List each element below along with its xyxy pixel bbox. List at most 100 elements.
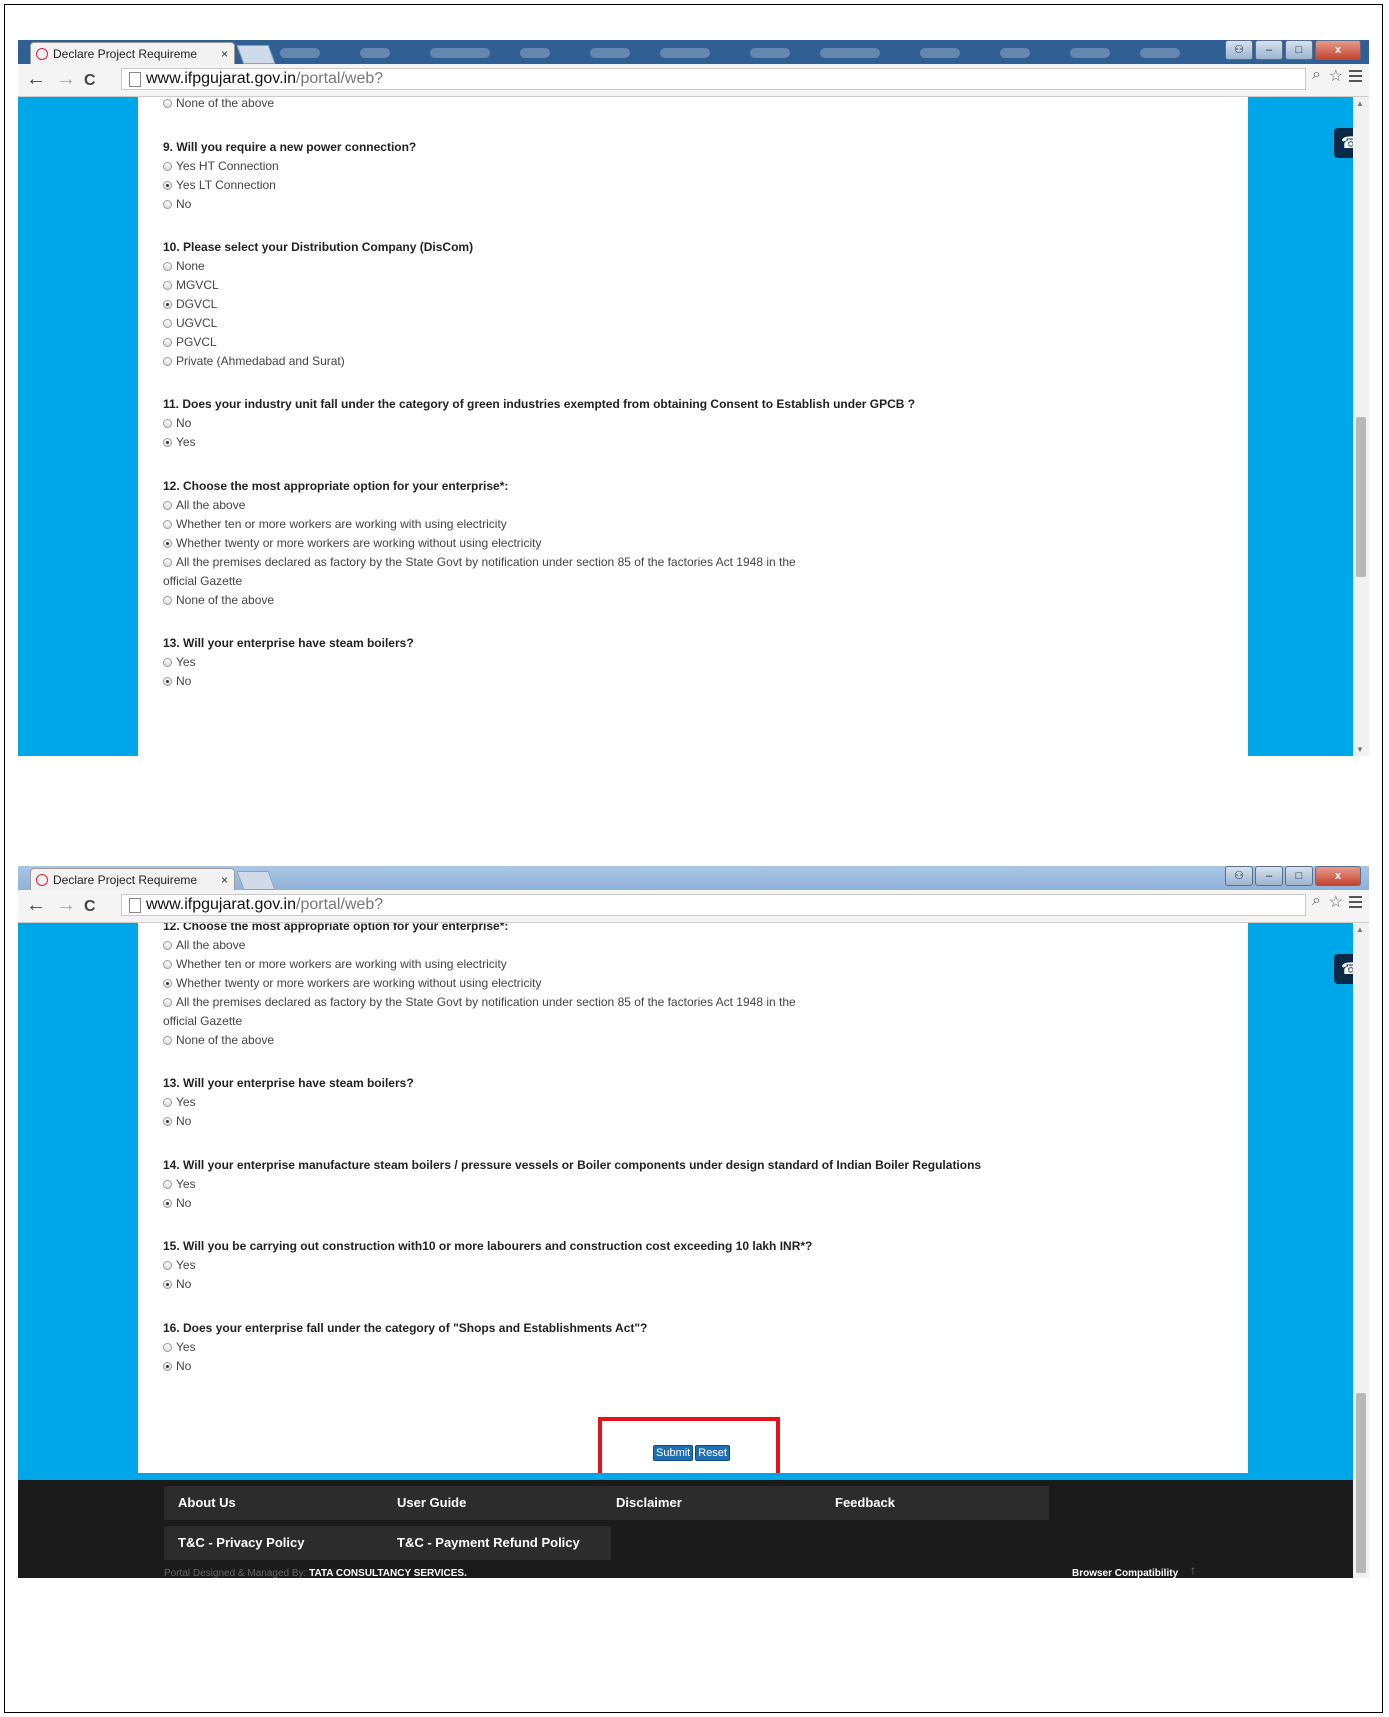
option-q9[interactable]: Yes LT Connection — [163, 178, 276, 192]
option-continuation: official Gazette — [163, 1014, 243, 1028]
window-controls: ⚇ – □ x — [1225, 866, 1361, 886]
option-q9[interactable]: Yes HT Connection — [163, 159, 279, 173]
tab-strip: Declare Project Requireme × ⚇ – □ x — [18, 40, 1369, 64]
option-q15[interactable]: No — [163, 1277, 191, 1291]
scrollbar-thumb[interactable] — [1356, 1393, 1366, 1573]
option-q13[interactable]: No — [163, 674, 191, 688]
footer-link-feedback[interactable]: Feedback — [821, 1486, 1049, 1520]
option-q12[interactable]: Whether ten or more workers are working … — [163, 517, 507, 531]
option-q10[interactable]: None — [163, 259, 205, 273]
browser-tab[interactable]: Declare Project Requireme × — [30, 868, 235, 890]
option-q13[interactable]: Yes — [163, 655, 196, 669]
scroll-up-icon[interactable]: ▲ — [1356, 99, 1364, 108]
back-icon[interactable]: ← — [26, 69, 46, 89]
question-13: 13. Will your enterprise have steam boil… — [163, 636, 414, 650]
user-icon[interactable]: ⚇ — [1225, 866, 1253, 886]
footer-link-user-guide[interactable]: User Guide — [383, 1486, 611, 1520]
url-input[interactable]: www.ifpgujarat.gov.in/portal/web? — [121, 894, 1306, 916]
footer-link-refund-policy[interactable]: T&C - Payment Refund Policy — [383, 1526, 611, 1560]
scrollbar[interactable]: ▲ ▼ — [1353, 97, 1369, 756]
reload-icon[interactable]: C — [84, 71, 96, 91]
option-q12[interactable]: None of the above — [163, 593, 274, 607]
scroll-down-icon[interactable]: ▼ — [1356, 745, 1364, 754]
bookmark-star-icon[interactable]: ☆ — [1329, 892, 1343, 912]
taskbar-blur — [280, 48, 1190, 58]
option-q10[interactable]: MGVCL — [163, 278, 219, 292]
site-favicon-icon — [36, 874, 48, 886]
close-window-button[interactable]: x — [1315, 40, 1361, 60]
page-viewport: None of the above 9. Will you require a … — [18, 97, 1353, 756]
company-name: TATA CONSULTANCY SERVICES. — [309, 1568, 467, 1578]
footer-strip — [18, 1473, 1353, 1480]
page-icon — [129, 898, 141, 913]
scrollbar-thumb[interactable] — [1356, 417, 1366, 577]
option-q10[interactable]: Private (Ahmedabad and Surat) — [163, 354, 345, 368]
option-q10[interactable]: DGVCL — [163, 297, 217, 311]
maximize-button[interactable]: □ — [1285, 40, 1313, 60]
option-q12[interactable]: All the above — [163, 498, 245, 512]
option-q13[interactable]: Yes — [163, 1095, 196, 1109]
zoom-icon[interactable]: ⌕ — [1312, 892, 1321, 910]
maximize-button[interactable]: □ — [1285, 866, 1313, 886]
option-q14[interactable]: Yes — [163, 1177, 196, 1191]
option-q12[interactable]: Whether ten or more workers are working … — [163, 957, 507, 971]
question-12: 12. Choose the most appropriate option f… — [163, 923, 509, 933]
option-q16[interactable]: No — [163, 1359, 191, 1373]
url-host: www.ifpgujarat.gov.in — [146, 70, 296, 87]
address-bar: ← → C www.ifpgujarat.gov.in/portal/web? … — [18, 64, 1369, 97]
option-q11[interactable]: No — [163, 416, 191, 430]
browser-window-bottom: Declare Project Requireme × ⚇ – □ x ← → … — [18, 866, 1369, 1578]
option-q12[interactable]: All the above — [163, 938, 245, 952]
minimize-button[interactable]: – — [1255, 866, 1283, 886]
highlight-box — [598, 1417, 780, 1479]
option-q15[interactable]: Yes — [163, 1258, 196, 1272]
radio-button[interactable] — [163, 99, 172, 108]
tab-close-icon[interactable]: × — [221, 869, 228, 890]
option-q12[interactable]: None of the above — [163, 1033, 274, 1047]
forward-icon[interactable]: → — [56, 895, 76, 915]
scroll-up-icon[interactable]: ▲ — [1356, 925, 1364, 934]
bookmark-star-icon[interactable]: ☆ — [1329, 66, 1343, 86]
footer-link-disclaimer[interactable]: Disclaimer — [602, 1486, 830, 1520]
option-q12[interactable]: All the premises declared as factory by … — [163, 995, 796, 1009]
scrollbar[interactable]: ▲ — [1353, 923, 1369, 1578]
question-12: 12. Choose the most appropriate option f… — [163, 479, 509, 493]
new-tab-button[interactable] — [236, 871, 276, 890]
close-window-button[interactable]: x — [1315, 866, 1361, 886]
footer-link-privacy-policy[interactable]: T&C - Privacy Policy — [164, 1526, 392, 1560]
option-q11[interactable]: Yes — [163, 435, 196, 449]
new-tab-button[interactable] — [236, 45, 276, 64]
option-q14[interactable]: No — [163, 1196, 191, 1210]
minimize-button[interactable]: – — [1255, 40, 1283, 60]
url-path: /portal/web? — [296, 896, 384, 913]
footer: About Us User Guide Disclaimer Feedback … — [18, 1473, 1353, 1578]
option-q10[interactable]: UGVCL — [163, 316, 217, 330]
footer-link-about-us[interactable]: About Us — [164, 1486, 392, 1520]
tab-close-icon[interactable]: × — [221, 43, 228, 64]
question-14: 14. Will your enterprise manufacture ste… — [163, 1158, 982, 1172]
url-host: www.ifpgujarat.gov.in — [146, 896, 296, 913]
question-11: 11. Does your industry unit fall under t… — [163, 397, 916, 411]
browser-compatibility-link[interactable]: Browser Compatibility — [1072, 1568, 1178, 1578]
browser-tab[interactable]: Declare Project Requireme × — [30, 42, 235, 64]
option-q9[interactable]: No — [163, 197, 191, 211]
scroll-top-icon[interactable]: ↑ — [1190, 1563, 1196, 1577]
option-none-of-the-above[interactable]: None of the above — [163, 97, 274, 110]
forward-icon[interactable]: → — [56, 69, 76, 89]
option-q12[interactable]: Whether twenty or more workers are worki… — [163, 536, 541, 550]
user-icon[interactable]: ⚇ — [1225, 40, 1253, 60]
option-q12[interactable]: All the premises declared as factory by … — [163, 555, 796, 569]
back-icon[interactable]: ← — [26, 895, 46, 915]
option-q10[interactable]: PGVCL — [163, 335, 217, 349]
site-favicon-icon — [36, 48, 48, 60]
option-q13[interactable]: No — [163, 1114, 191, 1128]
zoom-icon[interactable]: ⌕ — [1312, 66, 1321, 84]
option-q16[interactable]: Yes — [163, 1340, 196, 1354]
option-q12[interactable]: Whether twenty or more workers are worki… — [163, 976, 541, 990]
menu-icon[interactable] — [1349, 70, 1362, 85]
reload-icon[interactable]: C — [84, 897, 96, 917]
menu-icon[interactable] — [1349, 896, 1362, 911]
question-10: 10. Please select your Distribution Comp… — [163, 240, 474, 254]
url-input[interactable]: www.ifpgujarat.gov.in/portal/web? — [121, 68, 1306, 90]
form-panel: None of the above 9. Will you require a … — [138, 97, 1248, 756]
